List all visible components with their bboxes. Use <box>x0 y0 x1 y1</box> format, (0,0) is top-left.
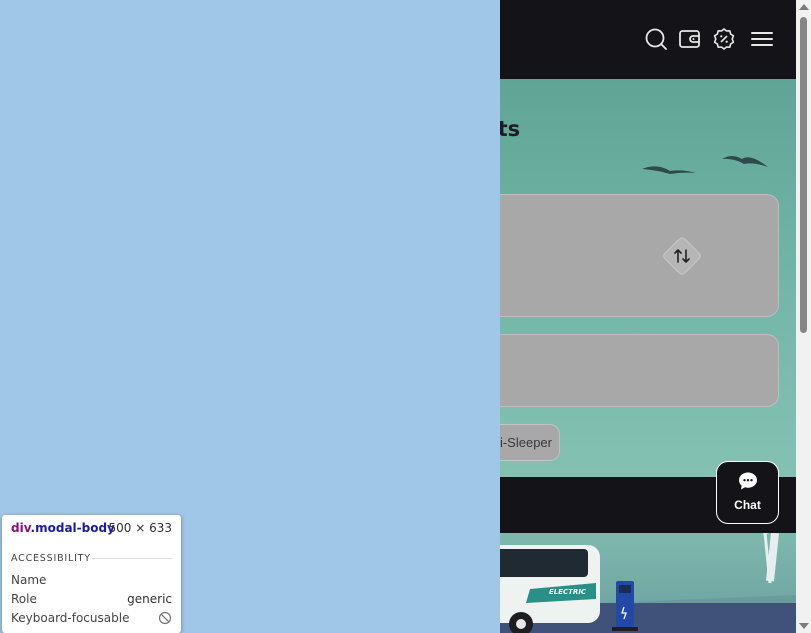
inspector-class: .modal-body <box>30 521 115 535</box>
inspector-size: 500 × 633 <box>108 521 173 535</box>
inspector-element-name: div.modal-body <box>11 521 115 535</box>
inspector-row: Keyboard-focusable <box>11 611 172 627</box>
scrollbar-thumb[interactable] <box>800 17 807 333</box>
scroll-down-arrow-icon[interactable] <box>799 623 809 629</box>
inspector-tooltip: div.modal-body 500 × 633 ACCESSIBILITY N… <box>2 515 181 633</box>
not-focusable-icon <box>158 611 172 628</box>
chat-button[interactable]: Chat <box>716 461 779 524</box>
inspector-section-title: ACCESSIBILITY <box>11 553 91 564</box>
inspector-row-key: Name <box>11 573 47 587</box>
swap-route-button[interactable] <box>660 234 704 278</box>
chat-label: Chat <box>734 498 761 512</box>
inspector-tag: div <box>11 521 31 535</box>
inspector-divider <box>92 558 172 559</box>
bus-electric-label: ELECTRIC <box>549 588 587 596</box>
inspector-row: Role generic <box>11 592 172 608</box>
swap-arrows-icon <box>663 237 701 275</box>
inspector-row-value: generic <box>127 592 172 606</box>
inspector-row-key: Role <box>11 592 37 606</box>
inspector-row-key: Keyboard-focusable <box>11 611 130 625</box>
wallet-icon[interactable] <box>678 27 702 51</box>
vertical-scrollbar[interactable] <box>796 0 811 633</box>
search-icon[interactable] <box>644 27 668 51</box>
menu-icon[interactable] <box>750 27 774 51</box>
discount-badge-icon[interactable] <box>712 27 736 51</box>
scroll-up-arrow-icon[interactable] <box>799 4 809 10</box>
inspector-row: Name <box>11 573 172 589</box>
chat-bubble-icon <box>739 472 757 490</box>
